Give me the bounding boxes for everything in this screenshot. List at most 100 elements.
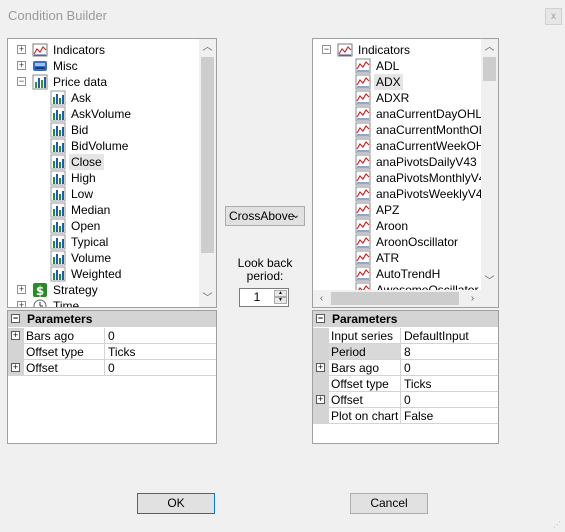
scrollbar-thumb[interactable] [331, 292, 459, 305]
scroll-right-icon[interactable]: › [464, 290, 481, 307]
horizontal-scrollbar[interactable]: ‹ › [313, 290, 498, 307]
tree-item-misc[interactable]: + Misc [8, 58, 201, 74]
bar-chart-icon [50, 234, 66, 250]
right-parameters-grid[interactable]: − Parameters Input series DefaultInput Perio… [312, 310, 499, 444]
chevron-down-icon: ⌄ [291, 210, 300, 221]
spin-down-icon[interactable]: ▼ [274, 297, 287, 304]
expand-icon[interactable]: + [316, 395, 325, 404]
tree-item-label: ADX [374, 74, 403, 90]
resize-grip-icon[interactable]: ⋰ [553, 520, 563, 530]
cancel-button[interactable]: Cancel [350, 493, 428, 514]
parameter-value[interactable]: DefaultInput [400, 328, 498, 344]
parameters-header[interactable]: − Parameters [8, 311, 216, 327]
tree-item-open[interactable]: Open [8, 218, 201, 234]
scroll-up-icon[interactable]: ︿ [481, 39, 498, 56]
tree-item-bid[interactable]: Bid [8, 122, 201, 138]
bar-chart-icon [50, 122, 66, 138]
expand-icon[interactable]: + [11, 331, 20, 340]
tree-item-median[interactable]: Median [8, 202, 201, 218]
tree-item-time[interactable]: + Time [8, 298, 201, 307]
tree-item-anacurrentmonthohlv[interactable]: anaCurrentMonthOHLV [313, 122, 498, 138]
collapse-icon[interactable]: − [322, 45, 331, 54]
tree-item-price-data[interactable]: − Price data [8, 74, 201, 90]
tree-item-label: ATR [376, 251, 400, 265]
parameter-row-offset[interactable]: + Offset 0 [8, 360, 216, 376]
expand-icon[interactable]: + [17, 61, 26, 70]
tree-item-strategy[interactable]: + $ Strategy [8, 282, 201, 298]
tree-item-ask[interactable]: Ask [8, 90, 201, 106]
vertical-scrollbar[interactable]: ︿ ﹀ [199, 39, 216, 307]
close-button[interactable]: x [545, 8, 562, 25]
tree-item-high[interactable]: High [8, 170, 201, 186]
price-data-icon [32, 74, 48, 90]
expand-icon[interactable]: + [17, 45, 26, 54]
tree-item-anapivotsweeklyv43[interactable]: anaPivotsWeeklyV43 [313, 186, 489, 202]
right-data-tree[interactable]: − Indicators ADL ADX ADXR anaCurrentDayOHLV4 a… [312, 38, 499, 308]
parameter-row-offset-type[interactable]: Offset type Ticks [313, 376, 498, 392]
parameter-row-bars-ago[interactable]: + Bars ago 0 [8, 328, 216, 344]
tree-item-weighted[interactable]: Weighted [8, 266, 201, 282]
scrollbar-thumb[interactable] [483, 57, 496, 81]
tree-item-anapivotsmonthlyv43[interactable]: anaPivotsMonthlyV43 [313, 170, 492, 186]
bar-chart-icon [50, 106, 66, 122]
scrollbar-thumb[interactable] [201, 57, 214, 253]
tree-item-indicators[interactable]: + Indicators [8, 42, 201, 58]
tree-item-askvolume[interactable]: AskVolume [8, 106, 201, 122]
parameter-value[interactable]: 0 [104, 360, 216, 376]
lookback-period-value[interactable]: 1 [240, 290, 274, 304]
parameter-name: Offset type [329, 376, 400, 392]
scroll-down-icon[interactable]: ﹀ [199, 290, 216, 307]
spin-up-icon[interactable]: ▲ [274, 290, 287, 297]
tree-item-aroon[interactable]: Aroon [313, 218, 483, 234]
scroll-down-icon[interactable]: ﹀ [481, 273, 498, 290]
parameter-row-input-series[interactable]: Input series DefaultInput [313, 328, 498, 344]
left-parameters-grid[interactable]: − Parameters + Bars ago 0 Offset type Ticks + Of… [7, 310, 217, 444]
parameter-value[interactable]: False [400, 408, 498, 424]
parameter-row-offset[interactable]: + Offset 0 [313, 392, 498, 408]
collapse-icon[interactable]: − [17, 77, 26, 86]
tree-item-adl[interactable]: ADL [313, 58, 483, 74]
tree-item-anapivotsdailyv43[interactable]: anaPivotsDailyV43 [313, 154, 483, 170]
tree-item-apz[interactable]: APZ [313, 202, 483, 218]
parameter-row-plot-on-chart[interactable]: Plot on chart False [313, 408, 498, 424]
tree-item-anacurrentdayohlv4[interactable]: anaCurrentDayOHLV4 [313, 106, 496, 122]
tree-item-adxr[interactable]: ADXR [313, 90, 483, 106]
parameter-value[interactable]: 8 [400, 344, 498, 360]
collapse-icon[interactable]: − [11, 314, 20, 323]
tree-item-label: ADXR [376, 91, 410, 105]
left-data-tree[interactable]: + Indicators + Misc − Price data Ask AskVolume B… [7, 38, 217, 308]
expand-icon[interactable]: + [316, 363, 325, 372]
tree-item-bidvolume[interactable]: BidVolume [8, 138, 201, 154]
ok-button[interactable]: OK [137, 493, 215, 514]
tree-item-volume[interactable]: Volume [8, 250, 201, 266]
parameter-value[interactable]: 0 [104, 328, 216, 344]
parameter-value[interactable]: Ticks [400, 376, 498, 392]
tree-item-atr[interactable]: ATR [313, 250, 483, 266]
tree-item-anacurrentweekohlv[interactable]: anaCurrentWeekOHLV [313, 138, 498, 154]
tree-item-close[interactable]: Close [8, 154, 201, 170]
parameter-value[interactable]: Ticks [104, 344, 216, 360]
tree-item-aroonoscillator[interactable]: AroonOscillator [313, 234, 483, 250]
row-gutter [313, 328, 329, 344]
tree-item-typical[interactable]: Typical [8, 234, 201, 250]
parameter-value[interactable]: 0 [400, 392, 498, 408]
parameter-value[interactable]: 0 [400, 360, 498, 376]
parameter-row-period[interactable]: Period 8 [313, 344, 498, 360]
lookback-period-stepper[interactable]: 1 ▲ ▼ [239, 288, 289, 307]
tree-item-adx[interactable]: ADX [313, 74, 483, 90]
parameter-row-bars-ago[interactable]: + Bars ago 0 [313, 360, 498, 376]
expand-icon[interactable]: + [17, 301, 26, 307]
expand-icon[interactable]: + [11, 363, 20, 372]
parameter-row-offset-type[interactable]: Offset type Ticks [8, 344, 216, 360]
parameters-header[interactable]: − Parameters [313, 311, 498, 327]
tree-item-label: anaCurrentDayOHLV4 [376, 107, 496, 121]
tree-item-autotrendh[interactable]: AutoTrendH [313, 266, 483, 282]
vertical-scrollbar[interactable]: ︿ ﹀ [481, 39, 498, 290]
scroll-left-icon[interactable]: ‹ [313, 290, 330, 307]
expand-icon[interactable]: + [17, 285, 26, 294]
tree-item-indicators[interactable]: − Indicators [313, 42, 483, 58]
operator-dropdown[interactable]: CrossAbove ⌄ [225, 206, 305, 226]
scroll-up-icon[interactable]: ︿ [199, 39, 216, 56]
tree-item-low[interactable]: Low [8, 186, 201, 202]
collapse-icon[interactable]: − [316, 314, 325, 323]
